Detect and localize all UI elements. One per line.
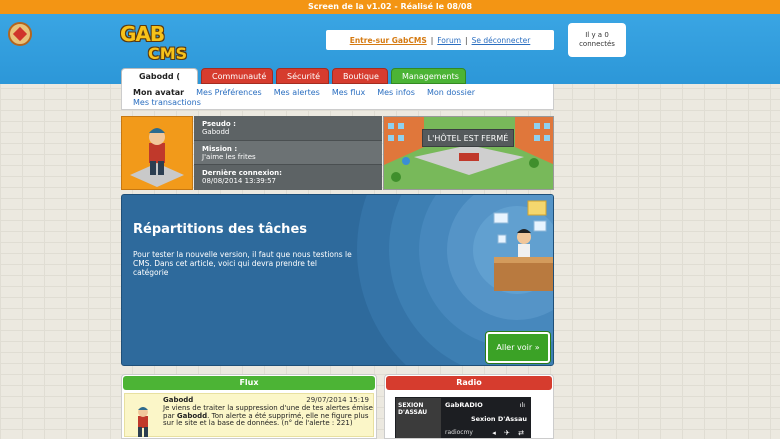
enter-hotel-link[interactable]: Entre-sur GabCMS bbox=[350, 36, 427, 45]
profile-info: Pseudo : Gabodd Mission : J'aime les fri… bbox=[194, 116, 382, 190]
flux-item[interactable]: Gabodd 29/07/2014 15:19 Je viens de trai… bbox=[124, 393, 374, 437]
profile-card: Pseudo : Gabodd Mission : J'aime les fri… bbox=[121, 116, 382, 190]
pseudo-value: Gabodd bbox=[202, 128, 230, 136]
announcement-text: Screen de la v1.02 - Réalisé le 08/08 bbox=[307, 2, 473, 11]
separator: | bbox=[465, 35, 468, 45]
signal-bars-icon: ılı bbox=[519, 401, 525, 409]
online-counter-line1: Il y a 0 bbox=[585, 31, 609, 39]
pseudo-label: Pseudo : bbox=[202, 120, 236, 128]
forum-link[interactable]: Forum bbox=[437, 36, 461, 45]
profile-mission: Mission : J'aime les frites bbox=[194, 140, 382, 166]
tab-user[interactable]: Gabodd ( 19 ) bbox=[121, 68, 198, 98]
tab-boutique[interactable]: Boutique bbox=[332, 68, 388, 84]
subnav-mon-avatar[interactable]: Mon avatar bbox=[133, 88, 184, 97]
album-cover-text: SEXION D'ASSAU bbox=[398, 402, 428, 416]
tab-managements[interactable]: Managements bbox=[391, 68, 466, 84]
logout-link[interactable]: Se déconnecter bbox=[472, 36, 531, 45]
main-tabs: Gabodd ( 19 ) Communauté Sécurité Boutiq… bbox=[121, 68, 466, 98]
logo-gab: GAB bbox=[120, 22, 165, 46]
subnav-mes-preferences[interactable]: Mes Préférences bbox=[196, 88, 262, 97]
top-announcement-bar: Screen de la v1.02 - Réalisé le 08/08 bbox=[0, 0, 780, 14]
radio-controls[interactable]: ◂ ✈ ⇄ bbox=[492, 429, 527, 437]
subnav-mes-transactions[interactable]: Mes transactions bbox=[133, 98, 201, 107]
news-title: Répartitions des tâches bbox=[133, 222, 307, 237]
hotel-status-banner[interactable]: L'HÔTEL EST FERMÉ bbox=[383, 116, 554, 190]
news-slider: Répartitions des tâches Pour tester la n… bbox=[121, 194, 554, 366]
logo-cms: CMS bbox=[148, 44, 188, 63]
album-cover: SEXION D'ASSAU bbox=[396, 398, 441, 438]
radio-brand: GabRADIO bbox=[445, 401, 483, 409]
hotel-closed-sign: L'HÔTEL EST FERMÉ bbox=[422, 129, 514, 147]
radio-station: radiocmy bbox=[445, 429, 473, 436]
radio-panel-title: Radio bbox=[386, 376, 552, 390]
flux-panel: Flux Gabodd 29/07/2014 15:19 Je viens de… bbox=[121, 374, 377, 439]
tab-user-name: Gabodd bbox=[138, 72, 174, 81]
go-see-button[interactable]: Aller voir » bbox=[486, 332, 550, 363]
tab-communaute[interactable]: Communauté bbox=[201, 68, 273, 84]
tab-securite[interactable]: Sécurité bbox=[276, 68, 329, 84]
online-counter-line2: connectés bbox=[579, 40, 615, 48]
mission-value: J'aime les frites bbox=[202, 152, 256, 161]
mission-label: Mission : bbox=[202, 144, 238, 153]
subnav-mon-dossier[interactable]: Mon dossier bbox=[427, 88, 475, 97]
news-text: Pour tester la nouvelle version, il faut… bbox=[133, 250, 352, 277]
subnav-mes-alertes[interactable]: Mes alertes bbox=[274, 88, 320, 97]
separator: | bbox=[430, 35, 434, 45]
radio-player[interactable]: SEXION D'ASSAU GabRADIO ılı Sexion D'Ass… bbox=[395, 397, 531, 438]
last-login-value: 08/08/2014 13:39:57 bbox=[202, 177, 277, 186]
online-counter: Il y a 0 connectés bbox=[568, 23, 626, 57]
sub-navigation: Mon avatar Mes Préférences Mes alertes M… bbox=[121, 84, 554, 110]
emblem-icon[interactable] bbox=[8, 22, 32, 46]
site-logo[interactable]: GAB CMS bbox=[120, 22, 190, 70]
avatar bbox=[121, 116, 193, 190]
radio-track: Sexion D'Assau bbox=[470, 415, 527, 423]
last-login-label: Dernière connexion: bbox=[202, 169, 282, 178]
profile-last-login: Dernière connexion: 08/08/2014 13:39:57 bbox=[194, 165, 382, 190]
flux-panel-title: Flux bbox=[123, 376, 375, 390]
radio-panel: Radio SEXION D'ASSAU GabRADIO ılı Sexion… bbox=[384, 374, 554, 439]
subnav-mes-flux[interactable]: Mes flux bbox=[332, 88, 365, 97]
subnav-mes-infos[interactable]: Mes infos bbox=[377, 88, 415, 97]
flux-message: Je viens de traiter la suppression d'une… bbox=[163, 404, 373, 427]
profile-pseudo: Pseudo : Gabodd bbox=[194, 116, 382, 141]
flux-avatar bbox=[138, 407, 148, 437]
user-links-bar: Entre-sur GabCMS | Forum | Se déconnecte… bbox=[326, 30, 554, 50]
